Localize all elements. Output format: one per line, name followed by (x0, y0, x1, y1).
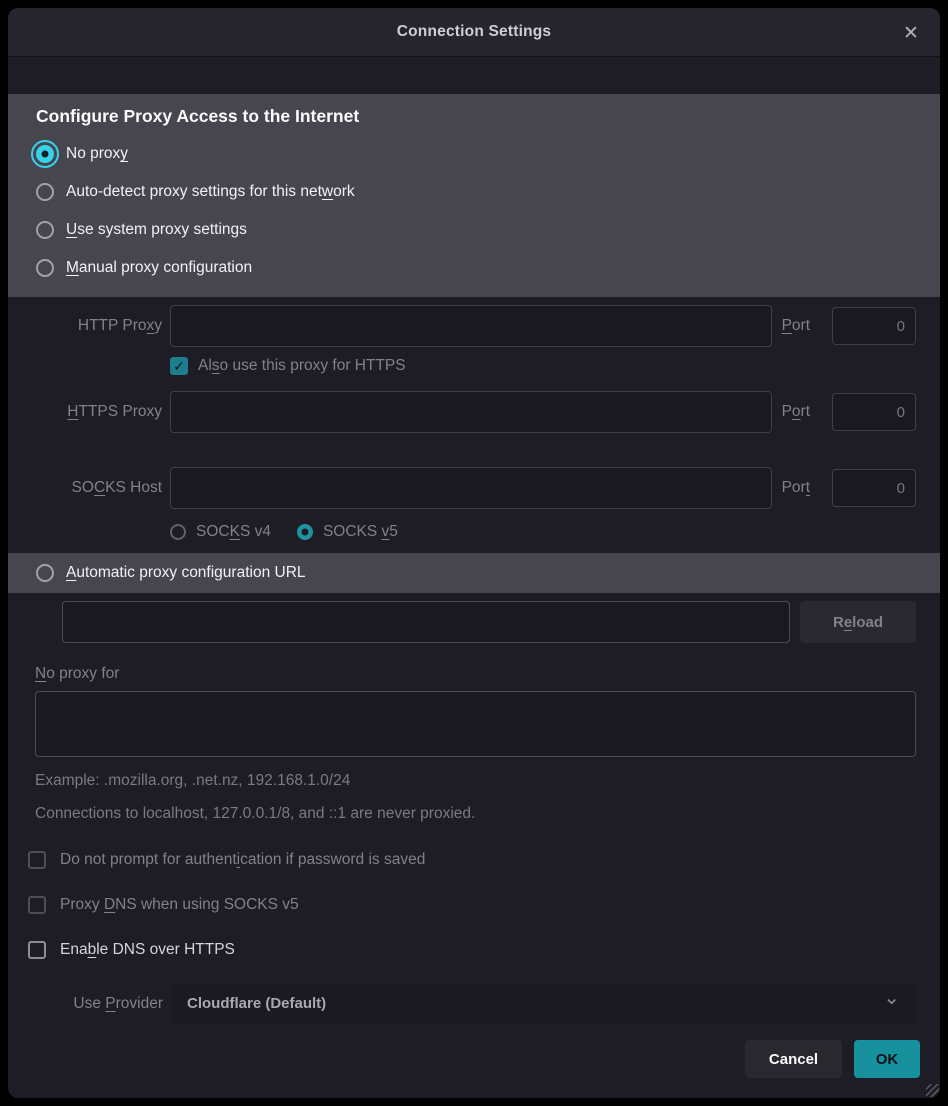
proxy-dns-socks5-checkbox[interactable] (28, 896, 46, 914)
http-proxy-row: HTTP Proxy Port (8, 305, 940, 347)
socks-v5-label: SOCKS v5 (323, 523, 398, 541)
no-proxy-for-label: No proxy for (35, 665, 940, 683)
proxy-dns-socks5-label: Proxy DNS when using SOCKS v5 (60, 896, 299, 914)
close-icon[interactable]: ✕ (896, 18, 926, 48)
http-proxy-input[interactable] (170, 305, 772, 347)
radio-socks-v5[interactable] (297, 524, 313, 540)
http-port-label: Port (782, 317, 810, 335)
no-proxy-for-textarea[interactable] (35, 691, 916, 757)
dialog-footer: Cancel OK (8, 1040, 920, 1078)
section-heading: Configure Proxy Access to the Internet (36, 106, 912, 127)
dialog-titlebar: Connection Settings ✕ (8, 8, 940, 57)
top-spacer (8, 57, 940, 94)
radio-system-proxy[interactable] (36, 221, 54, 239)
radio-row-auto-detect[interactable]: Auto-detect proxy settings for this netw… (36, 173, 912, 211)
localhost-note-text: Connections to localhost, 127.0.0.1/8, a… (35, 805, 940, 823)
no-proxy-example-text: Example: .mozilla.org, .net.nz, 192.168.… (35, 772, 940, 790)
https-proxy-row: HTTPS Proxy Port (8, 391, 940, 433)
https-port-input[interactable] (832, 393, 916, 431)
auto-proxy-url-label: Automatic proxy configuration URL (66, 564, 306, 582)
socks-port-label: Port (782, 479, 810, 497)
radio-row-no-proxy[interactable]: No proxy (36, 135, 912, 173)
radio-auto-detect-label: Auto-detect proxy settings for this netw… (66, 183, 355, 201)
also-https-checkbox[interactable]: ✓ (170, 357, 188, 375)
auto-proxy-url-input[interactable] (62, 601, 790, 643)
radio-manual-proxy-label: Manual proxy configuration (66, 259, 252, 277)
resize-grip[interactable] (926, 1084, 939, 1097)
radio-auto-detect[interactable] (36, 183, 54, 201)
no-prompt-auth-label: Do not prompt for authentication if pass… (60, 851, 425, 869)
https-proxy-input[interactable] (170, 391, 772, 433)
connection-settings-dialog: Connection Settings ✕ Configure Proxy Ac… (8, 8, 940, 1098)
no-prompt-auth-checkbox[interactable] (28, 851, 46, 869)
ok-button[interactable]: OK (854, 1040, 920, 1078)
proxy-mode-section: Configure Proxy Access to the Internet N… (8, 94, 940, 297)
auto-proxy-row[interactable]: Automatic proxy configuration URL (8, 553, 940, 593)
radio-auto-proxy-url[interactable] (36, 564, 54, 582)
also-https-label: Also use this proxy for HTTPS (198, 357, 406, 375)
radio-row-manual-proxy[interactable]: Manual proxy configuration (36, 249, 912, 287)
reload-button[interactable]: Reload (800, 601, 916, 643)
also-https-row[interactable]: ✓ Also use this proxy for HTTPS (170, 357, 940, 375)
radio-socks-v4[interactable] (170, 524, 186, 540)
dialog-title: Connection Settings (397, 23, 552, 41)
socks-version-row: SOCKS v4 SOCKS v5 (170, 523, 940, 541)
radio-no-proxy-label: No proxy (66, 145, 128, 163)
radio-system-proxy-label: Use system proxy settings (66, 221, 247, 239)
use-provider-label: Use Provider (28, 995, 163, 1013)
socks-host-row: SOCKS Host Port (8, 467, 940, 509)
socks-v4-label: SOCKS v4 (196, 523, 271, 541)
enable-doh-row[interactable]: Enable DNS over HTTPS (28, 941, 940, 959)
enable-doh-label: Enable DNS over HTTPS (60, 941, 235, 959)
auto-proxy-url-input-row: Reload (62, 601, 916, 643)
no-prompt-auth-row[interactable]: Do not prompt for authentication if pass… (28, 851, 940, 869)
socks-host-label: SOCKS Host (28, 479, 162, 497)
dns-provider-selected-option: Cloudflare (Default) (187, 995, 326, 1012)
enable-doh-checkbox[interactable] (28, 941, 46, 959)
socks-host-input[interactable] (170, 467, 772, 509)
http-proxy-label: HTTP Proxy (28, 317, 162, 335)
cancel-button[interactable]: Cancel (745, 1040, 842, 1078)
proxy-dns-socks5-row[interactable]: Proxy DNS when using SOCKS v5 (28, 896, 940, 914)
https-port-label: Port (782, 403, 810, 421)
dns-provider-row: Use Provider Cloudflare (Default) ⌄ (28, 983, 916, 1024)
radio-row-system-proxy[interactable]: Use system proxy settings (36, 211, 912, 249)
dns-provider-select[interactable]: Cloudflare (Default) ⌄ (173, 983, 916, 1024)
radio-manual-proxy[interactable] (36, 259, 54, 277)
http-port-input[interactable] (832, 307, 916, 345)
radio-no-proxy[interactable] (36, 145, 54, 163)
https-proxy-label: HTTPS Proxy (28, 403, 162, 421)
socks-port-input[interactable] (832, 469, 916, 507)
chevron-down-icon: ⌄ (883, 985, 900, 1010)
check-icon: ✓ (173, 359, 185, 373)
